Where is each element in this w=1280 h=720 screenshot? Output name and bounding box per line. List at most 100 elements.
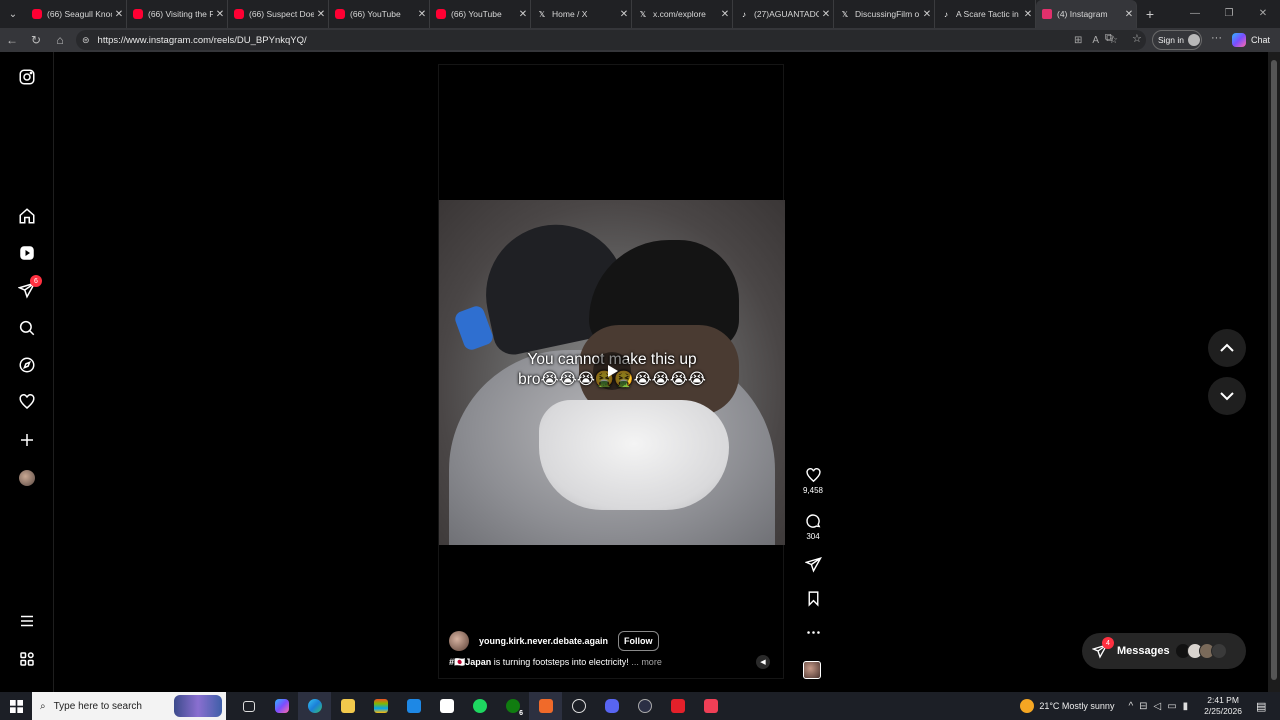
close-tab-icon[interactable]: ✕ <box>314 9 328 20</box>
search-icon: ⌕ <box>40 700 46 712</box>
taskbar-search-placeholder: Type here to search <box>53 700 142 712</box>
audio-thumbnail[interactable] <box>803 661 821 679</box>
browser-tab[interactable]: (66) YouTube ✕ <box>329 0 430 28</box>
pocket-icon[interactable] <box>694 692 727 720</box>
notepad-icon[interactable] <box>430 692 463 720</box>
page-scrollbar[interactable] <box>1268 52 1280 692</box>
reel-video-frame[interactable]: You cannot make this up bro😭😭😭🤮🤮😭😭😭😭 <box>439 200 785 545</box>
play-button[interactable] <box>593 352 631 390</box>
bookmark-icon[interactable] <box>805 590 822 607</box>
browser-tab[interactable]: (66) YouTube ✕ <box>430 0 531 28</box>
volume-toggle-icon[interactable]: ◀ <box>756 655 770 669</box>
follow-button[interactable]: Follow <box>618 631 659 651</box>
author-username[interactable]: young.kirk.never.debate.again <box>479 636 608 646</box>
instagram-logo-icon[interactable] <box>17 67 37 87</box>
extensions-icon[interactable]: ⧉ <box>1105 32 1113 45</box>
close-tab-icon[interactable]: ✕ <box>516 9 530 20</box>
close-tab-icon[interactable]: ✕ <box>213 9 227 20</box>
address-bar[interactable]: ⊜ https://www.instagram.com/reels/DU_BPY… <box>76 30 1146 50</box>
comment-count[interactable]: 304 <box>798 532 828 541</box>
browser-tab[interactable]: (4) Instagram ✕ <box>1036 0 1137 28</box>
comment-icon[interactable] <box>805 513 822 530</box>
browser-tab[interactable]: (66) Visiting the F ✕ <box>127 0 228 28</box>
home-icon[interactable] <box>17 206 37 226</box>
heart-notifications-icon[interactable] <box>17 392 37 412</box>
browser-tab[interactable]: (66) Suspect Doe ✕ <box>228 0 329 28</box>
clock-app-icon[interactable] <box>562 692 595 720</box>
copilot-taskbar-icon[interactable] <box>265 692 298 720</box>
browser-tab[interactable]: (66) Seagull Knoc ✕ <box>26 0 127 28</box>
close-tab-icon[interactable]: ✕ <box>112 9 126 20</box>
hashtag-link[interactable]: #🇯🇵Japan <box>449 657 491 667</box>
more-menu-icon[interactable] <box>17 611 37 631</box>
microsoft-store-icon[interactable] <box>364 692 397 720</box>
arrow-app-icon[interactable] <box>628 692 661 720</box>
system-tray: 21°C Mostly sunny ^⊟◁▭▮ 2:41 PM 2/25/202… <box>1020 692 1280 720</box>
reel-player[interactable]: You cannot make this up bro😭😭😭🤮🤮😭😭😭😭 you… <box>438 64 785 679</box>
close-tab-icon[interactable]: ✕ <box>1122 9 1136 20</box>
tab-title: DiscussingFilm o <box>855 9 920 19</box>
refresh-button[interactable]: ↻ <box>24 33 48 47</box>
share-send-icon[interactable] <box>804 556 822 573</box>
messages-button[interactable]: 4 Messages <box>1082 633 1246 669</box>
edge-icon[interactable] <box>298 692 331 720</box>
author-avatar[interactable] <box>449 631 469 651</box>
browser-tab[interactable]: 𝕏 Home / X ✕ <box>531 0 632 28</box>
taskbar-search[interactable]: ⌕ Type here to search <box>32 692 226 720</box>
red-app-icon[interactable] <box>661 692 694 720</box>
app-available-icon[interactable]: ⊞ <box>1074 35 1082 46</box>
copilot-button[interactable]: Chat <box>1232 31 1270 49</box>
sign-in-button[interactable]: Sign in <box>1152 30 1202 50</box>
profile-avatar[interactable] <box>19 470 35 486</box>
tray-system-icons[interactable]: ^⊟◁▭▮ <box>1128 701 1194 712</box>
new-tab-button[interactable]: + <box>1137 6 1163 22</box>
like-heart-icon[interactable] <box>805 467 822 484</box>
browser-tab[interactable]: ♪ (27)AGUANTADO ✕ <box>733 0 834 28</box>
orange-app-icon[interactable] <box>529 692 562 720</box>
favorites-icon[interactable]: ☆ <box>1132 32 1142 45</box>
close-tab-icon[interactable]: ✕ <box>920 9 934 20</box>
notification-center-icon[interactable]: ▤ <box>1256 700 1276 713</box>
close-tab-icon[interactable]: ✕ <box>415 9 429 20</box>
browser-tab[interactable]: 𝕏 DiscussingFilm o ✕ <box>834 0 935 28</box>
browser-tab[interactable]: 𝕏x.com/explore ✕ <box>632 0 733 28</box>
like-count[interactable]: 9,458 <box>798 486 828 495</box>
create-plus-icon[interactable] <box>17 430 37 450</box>
taskbar-clock[interactable]: 2:41 PM 2/25/2026 <box>1204 695 1242 717</box>
more-options-icon[interactable] <box>805 624 822 641</box>
start-button[interactable] <box>0 692 32 720</box>
clock-date: 2/25/2026 <box>1204 706 1242 716</box>
close-window-button[interactable]: ✕ <box>1246 0 1280 28</box>
weather-widget[interactable]: 21°C Mostly sunny <box>1020 699 1114 713</box>
search-icon[interactable] <box>17 318 37 338</box>
minimize-button[interactable]: — <box>1178 0 1212 28</box>
close-tab-icon[interactable]: ✕ <box>1021 9 1035 20</box>
discord-icon[interactable] <box>595 692 628 720</box>
also-from-meta-icon[interactable] <box>17 649 37 669</box>
like-action: 9,458 <box>798 467 828 495</box>
next-reel-button[interactable] <box>1208 377 1246 415</box>
direct-messages-icon[interactable]: 6 <box>17 275 42 300</box>
xbox-icon[interactable]: 6 <box>496 692 529 720</box>
restore-button[interactable]: ❐ <box>1212 0 1246 28</box>
scrollbar-thumb[interactable] <box>1271 60 1277 680</box>
explore-compass-icon[interactable] <box>17 355 37 375</box>
browser-tab[interactable]: ♪ A Scare Tactic in F ✕ <box>935 0 1036 28</box>
browser-toolbar: ← ↻ ⌂ ⊜ https://www.instagram.com/reels/… <box>0 28 1280 52</box>
home-button[interactable]: ⌂ <box>48 33 72 47</box>
mail-icon[interactable] <box>397 692 430 720</box>
spotify-icon[interactable] <box>463 692 496 720</box>
close-tab-icon[interactable]: ✕ <box>819 9 833 20</box>
reels-icon[interactable] <box>17 243 37 263</box>
close-tab-icon[interactable]: ✕ <box>718 9 732 20</box>
back-button[interactable]: ← <box>0 33 24 47</box>
previous-reel-button[interactable] <box>1208 329 1246 367</box>
more-link[interactable]: ... more <box>631 657 662 667</box>
close-tab-icon[interactable]: ✕ <box>617 9 631 20</box>
file-explorer-icon[interactable] <box>331 692 364 720</box>
settings-more-button[interactable]: ··· <box>1211 32 1222 44</box>
task-view-icon[interactable] <box>232 692 265 720</box>
read-aloud-icon[interactable]: A <box>1092 35 1099 46</box>
tab-actions-menu-button[interactable]: ⌄ <box>0 0 26 28</box>
site-info-icon[interactable]: ⊜ <box>82 35 90 46</box>
